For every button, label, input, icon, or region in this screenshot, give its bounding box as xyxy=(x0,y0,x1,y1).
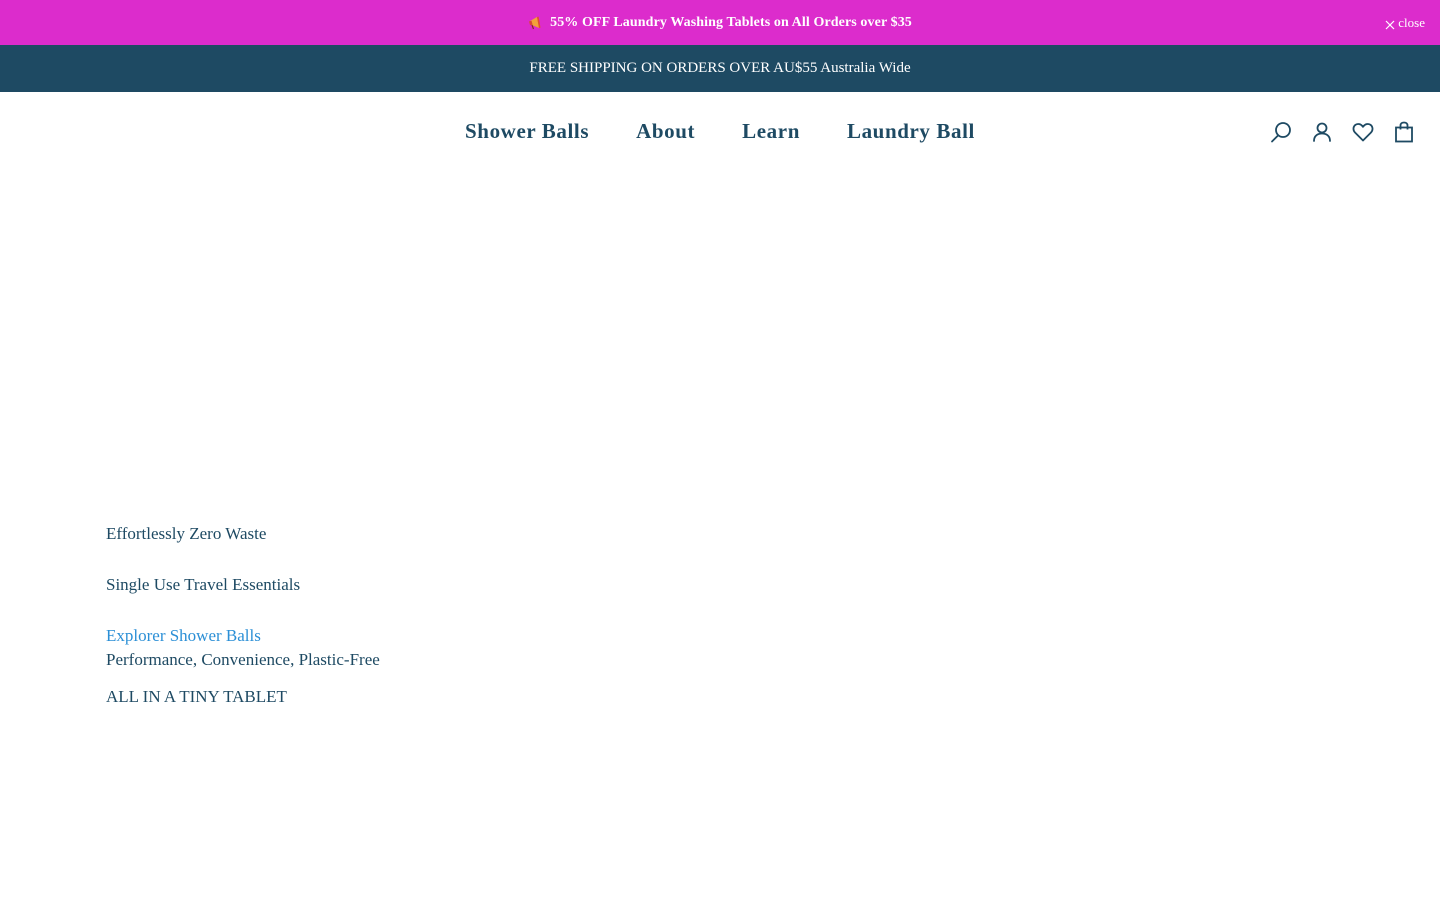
nav-item-laundry-ball[interactable]: Laundry Ball xyxy=(847,119,975,146)
account-icon[interactable] xyxy=(1310,120,1334,144)
nav-item-shower-balls[interactable]: Shower Balls xyxy=(465,119,589,146)
nav-item-about[interactable]: About xyxy=(636,119,695,146)
wishlist-icon[interactable] xyxy=(1351,120,1375,144)
hero-copy: Effortlessly Zero Waste Single Use Trave… xyxy=(106,522,380,709)
shipping-text: FREE SHIPPING ON ORDERS OVER AU$55 Austr… xyxy=(529,60,911,76)
search-icon[interactable] xyxy=(1269,120,1293,144)
explore-shower-balls-link[interactable]: Explorer Shower Balls xyxy=(106,624,261,648)
main-nav: Shower Balls About Learn Laundry Ball xyxy=(0,92,1440,172)
header-icons xyxy=(1269,120,1416,144)
hero-tagline: Effortlessly Zero Waste xyxy=(106,524,267,543)
promo-text: 55% OFF Laundry Washing Tablets on All O… xyxy=(550,14,912,30)
hero-benefits: Performance, Convenience, Plastic-Free xyxy=(106,650,380,669)
cart-icon[interactable] xyxy=(1392,120,1416,144)
promo-message[interactable]: 55% OFF Laundry Washing Tablets on All O… xyxy=(528,15,912,31)
shipping-banner: FREE SHIPPING ON ORDERS OVER AU$55 Austr… xyxy=(0,45,1440,92)
close-icon xyxy=(1385,18,1395,29)
nav-item-learn[interactable]: Learn xyxy=(742,119,800,146)
site-header: Shower Balls About Learn Laundry Ball xyxy=(0,92,1440,172)
hero-subtitle: Single Use Travel Essentials xyxy=(106,575,301,594)
close-banner-button[interactable]: close xyxy=(1385,0,1425,45)
promo-banner: 55% OFF Laundry Washing Tablets on All O… xyxy=(0,0,1440,45)
close-label: close xyxy=(1398,14,1425,30)
megaphone-icon xyxy=(528,15,544,31)
hero-headline: ALL IN A TINY TABLET xyxy=(106,687,287,706)
